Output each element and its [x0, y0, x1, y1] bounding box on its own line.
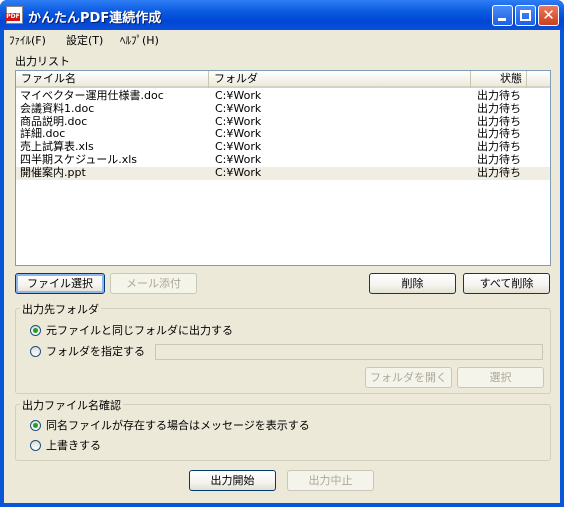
radio-same-folder-button[interactable]	[30, 325, 41, 336]
cell-filename: 会議資料1.doc	[20, 101, 95, 115]
radio-show-message-button[interactable]	[30, 420, 41, 431]
pdf-app-icon[interactable]: PDF	[6, 6, 23, 24]
table-row[interactable]: 詳細.doc C:¥Work 出力待ち	[16, 128, 550, 141]
column-filename[interactable]: ファイル名	[16, 71, 209, 88]
app-icon-label: PDF	[6, 13, 20, 21]
maximize-icon	[520, 10, 531, 21]
mail-attach-button[interactable]: メール添付	[110, 273, 197, 294]
radio-show-message-label: 同名ファイルが存在する場合はメッセージを表示する	[46, 419, 310, 432]
list-rows: マイベクター運用仕様書.doc C:¥Work 出力待ち 会議資料1.doc C…	[16, 89, 550, 180]
menu-help[interactable]: ﾍﾙﾌﾟ(H)	[120, 32, 159, 48]
radio-show-message[interactable]: 同名ファイルが存在する場合はメッセージを表示する	[30, 419, 330, 433]
table-row[interactable]: マイベクター運用仕様書.doc C:¥Work 出力待ち	[16, 89, 550, 103]
delete-all-button[interactable]: すべて削除	[463, 273, 550, 294]
close-icon: ✕	[542, 6, 555, 24]
title-bar[interactable]: PDF かんたんPDF連続作成 ✕	[0, 0, 564, 30]
cell-filename: 四半期スケジュール.xls	[20, 152, 138, 166]
start-output-button[interactable]: 出力開始	[189, 470, 276, 491]
app-window: PDF かんたんPDF連続作成 ✕ ﾌｧｲﾙ(F) 設定(T) ﾍﾙﾌﾟ(H) …	[0, 0, 564, 507]
cell-status: 出力待ち	[477, 89, 521, 102]
cell-filename: 開催案内.ppt	[20, 165, 86, 179]
maximize-button[interactable]	[515, 5, 536, 26]
column-folder[interactable]: フォルダ	[209, 71, 471, 88]
output-file-list[interactable]: ファイル名 フォルダ 状態 マイベクター運用仕様書.doc C:¥Work 出力…	[15, 70, 551, 266]
menu-file[interactable]: ﾌｧｲﾙ(F)	[9, 32, 46, 48]
cell-status: 出力待ち	[477, 101, 521, 115]
output-folder-title: 出力先フォルダ	[20, 301, 101, 317]
radio-overwrite[interactable]: 上書きする	[30, 439, 130, 453]
radio-same-folder-label: 元ファイルと同じフォルダに出力する	[46, 324, 233, 337]
radio-specify-folder[interactable]: フォルダを指定する	[30, 345, 160, 359]
window-title: かんたんPDF連続作成	[28, 11, 162, 26]
folder-path-field[interactable]	[155, 344, 543, 360]
table-row[interactable]: 四半期スケジュール.xls C:¥Work 出力待ち	[16, 152, 550, 167]
table-row-selected[interactable]: 開催案内.ppt C:¥Work 出力待ち	[16, 165, 550, 180]
cell-filename: マイベクター運用仕様書.doc	[20, 89, 164, 102]
table-row[interactable]: 商品説明.doc C:¥Work 出力待ち	[16, 115, 550, 129]
cell-folder: C:¥Work	[215, 165, 262, 179]
radio-specify-folder-button[interactable]	[30, 346, 41, 357]
menu-settings[interactable]: 設定(T)	[66, 32, 103, 48]
select-file-button[interactable]: ファイル選択	[15, 273, 105, 294]
radio-overwrite-button[interactable]	[30, 440, 41, 451]
minimize-button[interactable]	[492, 5, 513, 26]
cell-folder: C:¥Work	[215, 89, 262, 102]
cell-folder: C:¥Work	[215, 152, 262, 166]
delete-button[interactable]: 削除	[369, 273, 456, 294]
radio-same-folder[interactable]: 元ファイルと同じフォルダに出力する	[30, 324, 270, 338]
filename-check-title: 出力ファイル名確認	[20, 397, 123, 413]
cell-folder: C:¥Work	[215, 101, 262, 115]
table-row[interactable]: 会議資料1.doc C:¥Work 出力待ち	[16, 101, 550, 116]
radio-overwrite-label: 上書きする	[46, 439, 101, 452]
menu-bar: ﾌｧｲﾙ(F) 設定(T) ﾍﾙﾌﾟ(H)	[4, 30, 560, 48]
cell-status: 出力待ち	[477, 165, 521, 179]
cell-status: 出力待ち	[477, 152, 521, 166]
list-header: ファイル名 フォルダ 状態	[16, 71, 550, 88]
radio-specify-folder-label: フォルダを指定する	[46, 345, 145, 358]
stop-output-button[interactable]: 出力中止	[287, 470, 374, 491]
close-button[interactable]: ✕	[538, 5, 559, 26]
column-status[interactable]: 状態	[471, 71, 527, 88]
open-folder-button[interactable]: フォルダを開く	[365, 367, 452, 388]
output-list-label: 出力リスト	[15, 55, 70, 68]
window-client-area: ﾌｧｲﾙ(F) 設定(T) ﾍﾙﾌﾟ(H) 出力リスト ファイル名 フォルダ 状…	[4, 30, 560, 503]
minimize-icon	[498, 18, 506, 21]
select-folder-button[interactable]: 選択	[457, 367, 544, 388]
